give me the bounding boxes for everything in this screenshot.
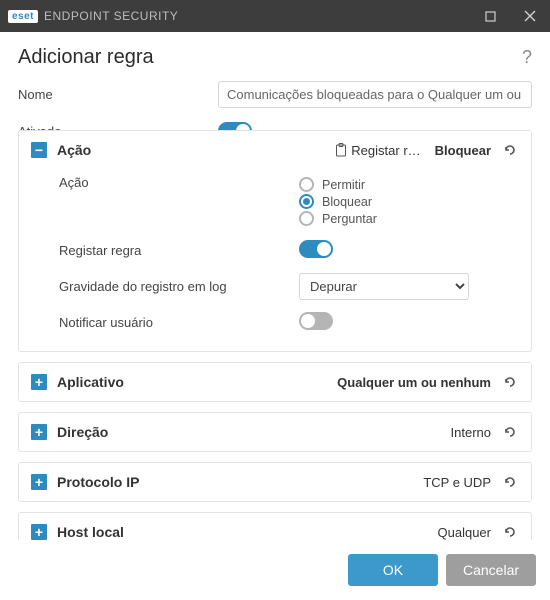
panel-direction: + Direção Interno (18, 412, 532, 452)
name-input[interactable] (218, 81, 532, 108)
label-notify-user: Notificar usuário (59, 315, 299, 330)
expand-icon[interactable]: + (31, 374, 47, 390)
panel-local-host-header[interactable]: + Host local Qualquer (19, 513, 531, 540)
panel-action-summary-log: Registar r… (335, 143, 420, 158)
panel-action: − Ação Registar r… Bloquear Ação Permiti… (18, 130, 532, 352)
panel-ip-protocol-summary: TCP e UDP (423, 475, 491, 490)
revert-local-host[interactable] (501, 523, 519, 540)
panel-action-title: Ação (57, 142, 91, 158)
notify-user-toggle[interactable] (299, 312, 333, 330)
dialog-footer: OK Cancelar (0, 540, 550, 600)
undo-icon (502, 524, 518, 540)
revert-ip-protocol[interactable] (501, 473, 519, 491)
window-maximize-button[interactable] (470, 0, 510, 32)
radio-ask[interactable]: Perguntar (299, 211, 519, 226)
panel-application: + Aplicativo Qualquer um ou nenhum (18, 362, 532, 402)
undo-icon (502, 424, 518, 440)
revert-action[interactable] (501, 141, 519, 159)
radio-allow[interactable]: Permitir (299, 177, 519, 192)
log-rule-toggle[interactable] (299, 240, 333, 258)
panel-direction-header[interactable]: + Direção Interno (19, 413, 531, 451)
page-title: Adicionar regra (18, 46, 522, 69)
panel-action-body: Ação Permitir Bloquear Perguntar Regista… (19, 169, 531, 351)
row-name: Nome (0, 77, 550, 112)
panel-action-summary-value: Bloquear (435, 143, 491, 158)
panel-action-header[interactable]: − Ação Registar r… Bloquear (19, 131, 531, 169)
panels-scroll[interactable]: − Ação Registar r… Bloquear Ação Permiti… (0, 130, 544, 540)
undo-icon (502, 474, 518, 490)
radio-block[interactable]: Bloquear (299, 194, 519, 209)
panel-direction-title: Direção (57, 424, 108, 440)
radio-block-label: Bloquear (322, 195, 372, 209)
panel-direction-summary: Interno (451, 425, 491, 440)
label-log-severity: Gravidade do registro em log (59, 279, 299, 294)
label-log-rule: Registar regra (59, 243, 299, 258)
dialog-header: Adicionar regra ? (0, 32, 550, 77)
panel-local-host: + Host local Qualquer (18, 512, 532, 540)
panel-application-title: Aplicativo (57, 374, 124, 390)
expand-icon[interactable]: + (31, 424, 47, 440)
close-icon (524, 10, 536, 22)
cancel-button[interactable]: Cancelar (446, 554, 536, 586)
panel-application-summary: Qualquer um ou nenhum (337, 375, 491, 390)
brand: eset ENDPOINT SECURITY (8, 9, 178, 23)
panel-action-summary: Registar r… Bloquear (335, 143, 491, 158)
label-name: Nome (18, 87, 218, 102)
panel-ip-protocol: + Protocolo IP TCP e UDP (18, 462, 532, 502)
collapse-icon[interactable]: − (31, 142, 47, 158)
help-icon[interactable]: ? (522, 47, 532, 68)
panel-local-host-summary: Qualquer (438, 525, 491, 540)
brand-badge: eset (8, 10, 38, 23)
titlebar: eset ENDPOINT SECURITY (0, 0, 550, 32)
revert-direction[interactable] (501, 423, 519, 441)
panel-ip-protocol-title: Protocolo IP (57, 474, 139, 490)
radio-allow-label: Permitir (322, 178, 365, 192)
window-close-button[interactable] (510, 0, 550, 32)
log-severity-select[interactable]: Depurar (299, 273, 469, 300)
panel-local-host-title: Host local (57, 524, 124, 540)
expand-icon[interactable]: + (31, 524, 47, 540)
square-icon (485, 11, 496, 22)
ok-button[interactable]: OK (348, 554, 438, 586)
label-action-field: Ação (59, 175, 299, 190)
brand-product: ENDPOINT SECURITY (44, 9, 178, 23)
panel-application-header[interactable]: + Aplicativo Qualquer um ou nenhum (19, 363, 531, 401)
undo-icon (502, 374, 518, 390)
radio-ask-label: Perguntar (322, 212, 377, 226)
expand-icon[interactable]: + (31, 474, 47, 490)
revert-application[interactable] (501, 373, 519, 391)
clipboard-icon (335, 143, 347, 157)
undo-icon (502, 142, 518, 158)
panel-ip-protocol-header[interactable]: + Protocolo IP TCP e UDP (19, 463, 531, 501)
